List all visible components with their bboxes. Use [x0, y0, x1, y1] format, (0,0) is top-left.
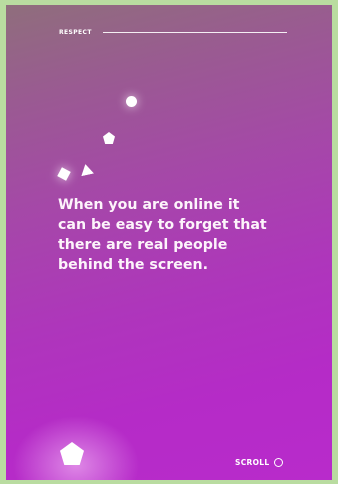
quote-line: behind the screen.	[58, 257, 208, 273]
slide-panel: RESPECT When you are online it can be ea…	[6, 5, 332, 480]
quote-line: can be easy to forget that	[58, 217, 267, 233]
large-pentagon-icon	[60, 442, 84, 465]
quote-line: there are real people	[58, 237, 228, 253]
circle-icon	[274, 458, 284, 467]
quote-line: When you are online it	[58, 197, 240, 213]
square-shape-icon	[57, 167, 71, 181]
scroll-button[interactable]: SCROLL	[235, 458, 284, 467]
respect-quote: When you are online it can be easy to fo…	[58, 195, 308, 275]
circle-shape-icon	[126, 96, 137, 107]
pentagon-shape-icon	[103, 132, 115, 144]
section-label: RESPECT	[59, 29, 92, 36]
scroll-label: SCROLL	[235, 458, 270, 467]
header-divider	[103, 32, 287, 33]
triangle-shape-icon	[79, 163, 94, 176]
